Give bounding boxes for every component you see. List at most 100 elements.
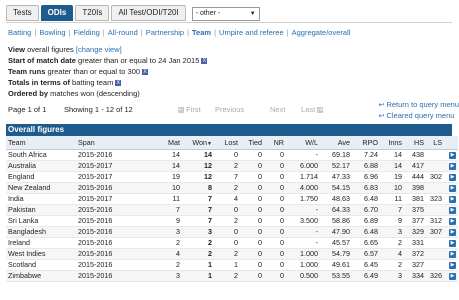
previous-page-link[interactable]: Previous: [215, 105, 244, 114]
row-detail-icon[interactable]: ▶: [449, 184, 456, 192]
cell-hs: 444: [404, 171, 426, 183]
col-won[interactable]: Won▼: [182, 136, 214, 150]
cell-nr: 0: [264, 226, 286, 238]
cell-team: England: [6, 171, 76, 183]
cell-mat: 11: [150, 193, 182, 205]
cell-lost: 7: [214, 171, 240, 183]
col-mat[interactable]: Mat: [150, 136, 182, 150]
cell-nr: 0: [264, 248, 286, 260]
cell-action: ▶: [444, 160, 458, 172]
row-detail-icon[interactable]: ▶: [449, 239, 456, 247]
cell-nr: 0: [264, 270, 286, 282]
row-detail-icon[interactable]: ▶: [449, 272, 456, 280]
remove-totals-icon[interactable]: X: [115, 80, 122, 87]
cell-won: 12: [182, 160, 214, 172]
last-page-link[interactable]: Last ⇥: [301, 105, 324, 114]
col-wl[interactable]: W/L: [286, 136, 320, 150]
cell-span: 2015-2017: [76, 193, 150, 205]
nav-aggregate-overall[interactable]: Aggregate/overall: [292, 28, 351, 37]
table-row: Sri Lanka 2015-2016 9 7 2 0 0 3.500 58.86 6.89 9 37…: [6, 215, 458, 227]
cell-ave: 54.79: [320, 248, 352, 260]
row-detail-icon[interactable]: ▶: [449, 195, 456, 203]
criteria-view: View overall figures [change view]: [8, 45, 122, 54]
table-row: Bangladesh 2015-2016 3 3 0 0 0-47.90 6.48 3 329 30…: [6, 226, 458, 238]
cell-inns: 4: [380, 248, 404, 260]
col-span[interactable]: Span: [76, 136, 150, 150]
cell-lost: 0: [214, 149, 240, 161]
cell-ave: 64.33: [320, 204, 352, 216]
col-inns[interactable]: Inns: [380, 136, 404, 150]
row-detail-icon[interactable]: ▶: [449, 228, 456, 236]
cell-ave: 45.57: [320, 237, 352, 249]
cell-wl: 3.500: [286, 215, 320, 227]
col-hs[interactable]: HS: [404, 136, 426, 150]
row-detail-icon[interactable]: ▶: [449, 162, 456, 170]
row-detail-icon[interactable]: ▶: [449, 250, 456, 258]
nav-umpire-referee[interactable]: Umpire and referee: [219, 28, 284, 37]
cell-won: 8: [182, 182, 214, 194]
last-page-icon: ⇥: [317, 107, 324, 114]
remove-start-date-icon[interactable]: X: [201, 58, 208, 65]
cell-action: ▶: [444, 215, 458, 227]
nav-bowling[interactable]: Bowling: [39, 28, 65, 37]
row-detail-icon[interactable]: ▶: [449, 173, 456, 181]
cell-nr: 0: [264, 193, 286, 205]
cell-mat: 3: [150, 226, 182, 238]
cell-ls: [426, 160, 444, 172]
cell-tied: 0: [240, 226, 264, 238]
cell-won: 7: [182, 215, 214, 227]
cell-rpo: 6.48: [352, 226, 380, 238]
cell-span: 2015-2016: [76, 270, 150, 282]
cell-hs: 377: [404, 215, 426, 227]
cell-team: New Zealand: [6, 182, 76, 194]
showing-indicator: Showing 1 - 12 of 12: [64, 105, 133, 114]
row-detail-icon[interactable]: ▶: [449, 151, 456, 159]
nav-batting[interactable]: Batting: [8, 28, 31, 37]
sort-desc-icon: ▼: [207, 140, 212, 147]
cell-inns: 10: [380, 182, 404, 194]
tab-t20is[interactable]: T20Is: [75, 5, 110, 21]
table-row: New Zealand 2015-2016 10 8 2 0 0 4.000 54.15 6.83…: [6, 182, 458, 194]
col-tied[interactable]: Tied: [240, 136, 264, 150]
cell-inns: 9: [380, 215, 404, 227]
col-ave[interactable]: Ave: [320, 136, 352, 150]
cell-team: Zimbabwe: [6, 270, 76, 282]
cell-team: Scotland: [6, 259, 76, 271]
tab-tests[interactable]: Tests: [6, 5, 39, 21]
next-page-link[interactable]: Next: [270, 105, 285, 114]
nav-partnership[interactable]: Partnership: [146, 28, 184, 37]
row-detail-icon[interactable]: ▶: [449, 217, 456, 225]
col-ls[interactable]: LS: [426, 136, 444, 150]
cell-mat: 7: [150, 204, 182, 216]
col-rpo[interactable]: RPO: [352, 136, 380, 150]
cell-nr: 0: [264, 160, 286, 172]
cell-tied: 0: [240, 193, 264, 205]
cell-inns: 11: [380, 193, 404, 205]
cell-nr: 0: [264, 171, 286, 183]
nav-all-round[interactable]: All-round: [108, 28, 138, 37]
col-lost[interactable]: Lost: [214, 136, 240, 150]
cell-nr: 0: [264, 149, 286, 161]
cell-rpo: 6.57: [352, 248, 380, 260]
tab-odis[interactable]: ODIs: [40, 5, 74, 21]
table-row: West Indies 2015-2016 4 2 2 0 0 1.000 54.79 6.57 4…: [6, 248, 458, 260]
change-view-link[interactable]: [change view]: [76, 45, 122, 54]
cell-nr: 0: [264, 237, 286, 249]
cell-lost: 2: [214, 270, 240, 282]
cell-action: ▶: [444, 226, 458, 238]
cell-hs: 381: [404, 193, 426, 205]
nav-team[interactable]: Team: [192, 28, 211, 37]
cell-mat: 2: [150, 259, 182, 271]
col-nr[interactable]: NR: [264, 136, 286, 150]
col-team[interactable]: Team: [6, 136, 76, 150]
first-page-link[interactable]: ⇤ First: [178, 105, 201, 114]
row-detail-icon[interactable]: ▶: [449, 261, 456, 269]
nav-fielding[interactable]: Fielding: [74, 28, 100, 37]
tab-all-formats[interactable]: All Test/ODI/T20I: [111, 5, 186, 21]
cell-wl: 1.000: [286, 259, 320, 271]
other-select[interactable]: - other - ▼: [191, 7, 260, 21]
remove-team-runs-icon[interactable]: X: [142, 69, 149, 76]
cell-tied: 0: [240, 215, 264, 227]
cell-span: 2015-2016: [76, 182, 150, 194]
row-detail-icon[interactable]: ▶: [449, 206, 456, 214]
